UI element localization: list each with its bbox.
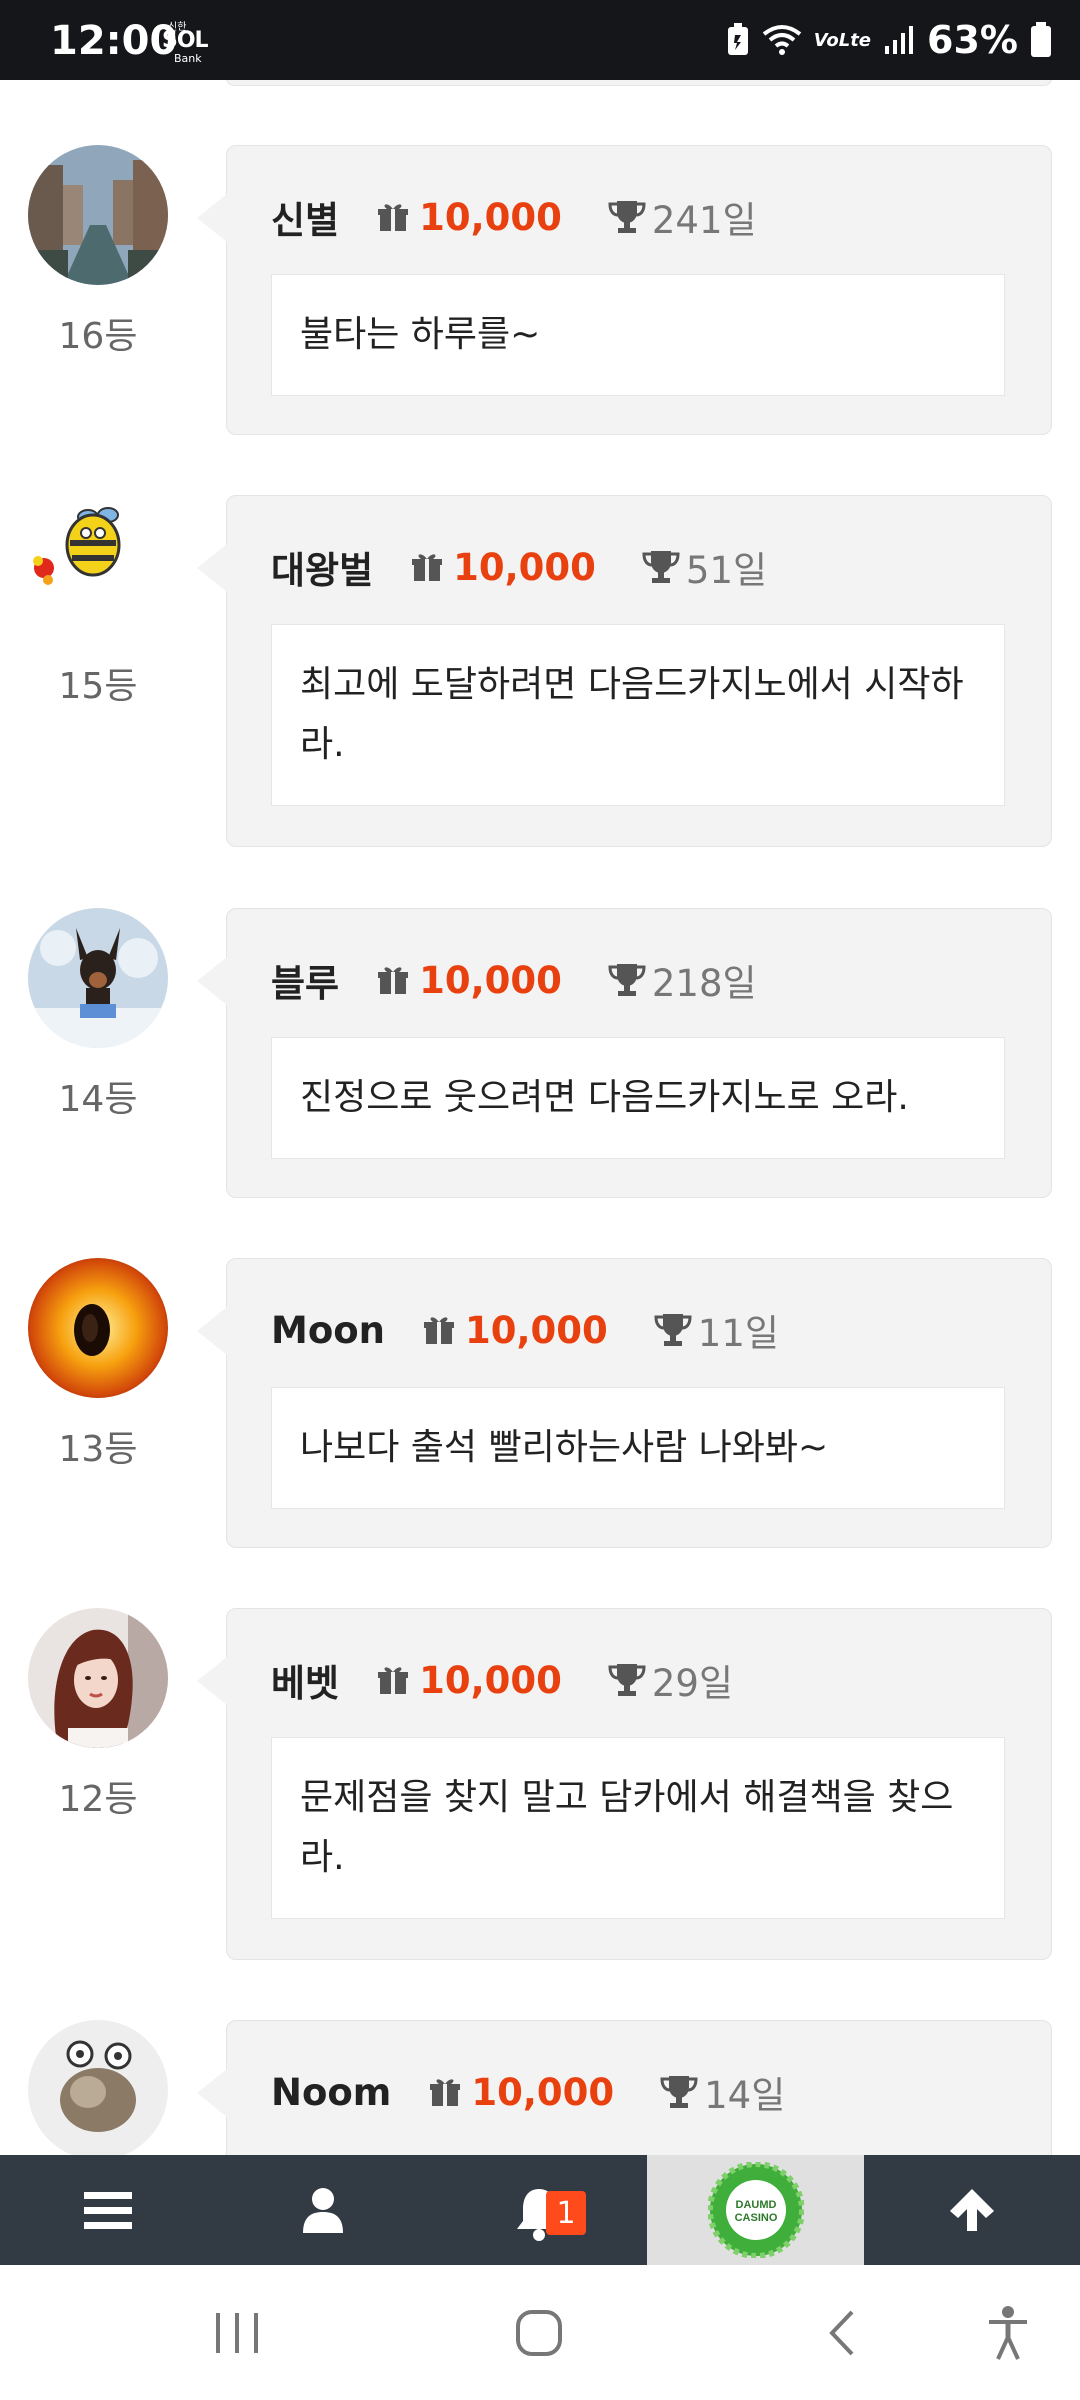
gift-icon (378, 1667, 409, 1694)
gift-icon (430, 2079, 461, 2106)
avatar[interactable] (28, 1608, 168, 1748)
battery-saver-icon (727, 23, 748, 55)
home-logo-button[interactable]: DAUMD CASINO (647, 2155, 864, 2265)
username[interactable]: Noom (271, 2071, 391, 2114)
username[interactable]: 베벳 (271, 1653, 339, 1707)
avatar[interactable] (28, 2020, 168, 2155)
trophy-icon (608, 201, 646, 233)
battery-percent: 63% (927, 18, 1018, 62)
signal-icon (885, 26, 914, 54)
comment-card: Moon 10,000 11일 나보다 출석 빨리하는사람 나와봐~ (197, 1258, 1052, 1548)
svg-text:DAUMD: DAUMD (735, 2199, 776, 2211)
scroll-top-button[interactable] (864, 2155, 1080, 2265)
comment-list[interactable]: 16등 신별 10,000 241일 불타는 하루를~ 15등 대왕벌 10,0… (0, 80, 1080, 2155)
username[interactable]: 신별 (271, 190, 339, 244)
points-value: 10,000 (419, 958, 562, 1002)
trophy-icon (654, 1314, 692, 1346)
sol-bank-notification-icon: 신한 SOL Bank (162, 22, 209, 65)
attendance-days: 218일 (651, 962, 757, 1005)
daumd-casino-logo: DAUMD CASINO (707, 2162, 804, 2258)
rank-label: 16등 (58, 316, 138, 357)
points-value: 10,000 (419, 1658, 562, 1702)
username[interactable]: Moon (271, 1309, 385, 1352)
volte-indicator: VoLte (813, 29, 872, 51)
battery-icon (1031, 22, 1051, 57)
notifications-button[interactable]: 1 (431, 2155, 647, 2265)
comment-card: 베벳 10,000 29일 문제점을 찾지 말고 담카에서 해결책을 찾으라. (197, 1608, 1052, 1960)
attendance-days: 29일 (651, 1662, 733, 1705)
attendance-days: 51일 (685, 549, 768, 592)
gift-icon (412, 554, 443, 581)
gift-icon (424, 1317, 454, 1344)
username[interactable]: 블루 (271, 953, 339, 1007)
fiery-eclipse-avatar-image (28, 1258, 168, 1398)
rank-label: 13등 (58, 1429, 138, 1470)
rank-label: 12등 (58, 1779, 138, 1820)
profile-button[interactable] (215, 2155, 431, 2265)
back-icon[interactable] (826, 2309, 858, 2357)
cartoon-bee-avatar-image (28, 495, 168, 635)
points-value: 10,000 (465, 1308, 608, 1352)
dog-in-snow-avatar-image (28, 908, 168, 1048)
trophy-icon (642, 551, 680, 583)
trophy-icon (608, 1664, 646, 1696)
avatar[interactable] (28, 908, 168, 1048)
comment-message: 불타는 하루를~ (271, 274, 1005, 396)
gift-icon (378, 204, 409, 231)
city-canal-avatar-image (28, 145, 168, 285)
comment-card: Noom 10,000 14일 (197, 2020, 1052, 2155)
comment-card: 블루 10,000 218일 진정으로 웃으려면 다음드카지노로 오라. (197, 908, 1052, 1198)
trophy-icon (608, 964, 646, 996)
attendance-days: 11일 (697, 1312, 779, 1355)
system-navigation-bar (0, 2265, 1080, 2400)
avatar[interactable] (28, 1258, 168, 1398)
attendance-days: 14일 (704, 2074, 786, 2117)
trophy-icon (660, 2076, 698, 2108)
recent-apps-icon[interactable] (214, 2311, 260, 2355)
status-bar: 12:00 신한 SOL Bank VoLte 63% (0, 0, 1080, 80)
menu-icon (83, 2192, 132, 2229)
points-value: 10,000 (453, 545, 596, 589)
comment-message: 나보다 출석 빨리하는사람 나와봐~ (271, 1387, 1005, 1509)
points-value: 10,000 (471, 2070, 615, 2114)
menu-button[interactable] (0, 2155, 215, 2265)
puppy-avatar-image (28, 2020, 168, 2155)
comment-card: 신별 10,000 241일 불타는 하루를~ (197, 145, 1052, 435)
notification-count-badge: 1 (546, 2191, 586, 2235)
svg-text:CASINO: CASINO (734, 2212, 777, 2224)
home-icon[interactable] (515, 2309, 563, 2357)
user-icon (303, 2188, 343, 2233)
comment-card: 대왕벌 10,000 51일 최고에 도달하려면 다음드카지노에서 시작하라. (197, 495, 1052, 847)
avatar[interactable] (28, 495, 168, 635)
woman-portrait-avatar-image (28, 1608, 168, 1748)
comment-message: 문제점을 찾지 말고 담카에서 해결책을 찾으라. (271, 1737, 1005, 1919)
username[interactable]: 대왕벌 (271, 540, 373, 594)
status-time: 12:00 (50, 18, 178, 64)
arrow-up-icon (950, 2189, 994, 2231)
gift-icon (378, 967, 409, 994)
previous-comment-card (226, 80, 1052, 86)
comment-message: 진정으로 웃으려면 다음드카지노로 오라. (271, 1037, 1005, 1159)
attendance-days: 241일 (651, 199, 757, 242)
rank-label: 15등 (58, 666, 138, 707)
avatar[interactable] (28, 145, 168, 285)
bottom-navigation-bar: 1 DAUMD CASINO (0, 2155, 1080, 2265)
comment-message: 최고에 도달하려면 다음드카지노에서 시작하라. (271, 624, 1005, 806)
accessibility-icon[interactable] (986, 2305, 1030, 2361)
wifi-icon (762, 25, 801, 55)
points-value: 10,000 (419, 195, 562, 239)
rank-label: 14등 (58, 1079, 138, 1120)
